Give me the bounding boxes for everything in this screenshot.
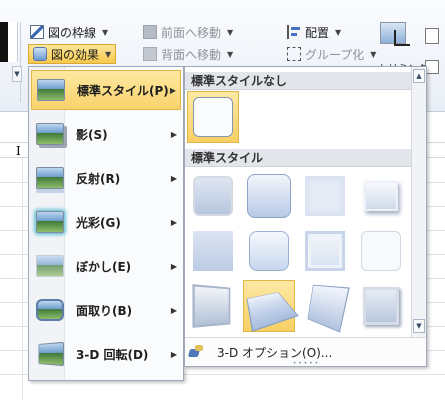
- 3d-options-label: 3-D オプション(O)...: [217, 345, 333, 360]
- send-backward-button[interactable]: 背面へ移動 ▼: [143, 44, 233, 64]
- menu-item-label: 面取り(B): [76, 303, 133, 318]
- preset-thumb[interactable]: [355, 225, 407, 277]
- menu-item-label: 反射(R): [76, 171, 121, 186]
- preset-gallery: 標準スタイルなし 標準スタイル ▲ ▼ 3-D オプション(O)... • • …: [184, 66, 427, 367]
- chevron-right-icon: ▶: [170, 173, 177, 183]
- preset-thumb[interactable]: [355, 170, 407, 222]
- picture-effects-label: 図の効果: [51, 47, 100, 62]
- align-button[interactable]: 配置 ▼: [287, 22, 341, 42]
- chevron-right-icon: ▶: [169, 85, 176, 95]
- menu-item-shadow[interactable]: 影(S) ▶: [31, 114, 181, 154]
- crop-button[interactable]: [380, 22, 414, 52]
- menu-item-label: 3-D 回転(D): [76, 347, 149, 362]
- bring-forward-button[interactable]: 前面へ移動 ▼: [143, 22, 233, 42]
- chevron-down-icon: ▼: [105, 49, 112, 59]
- resize-grip-icon[interactable]: • • • • •: [185, 361, 426, 367]
- preset-style-icon: [37, 79, 65, 101]
- chevron-down-icon: ▼: [227, 27, 234, 37]
- picture-border-button[interactable]: 図の枠線 ▼: [30, 22, 108, 42]
- chevron-down-icon: ▼: [227, 49, 234, 59]
- scroll-down-icon[interactable]: ▼: [413, 319, 425, 333]
- align-icon: [287, 25, 301, 39]
- group-button[interactable]: グループ化 ▼: [287, 44, 376, 64]
- picture-effects-icon: [33, 47, 47, 61]
- bring-forward-label: 前面へ移動: [161, 25, 222, 40]
- group-icon: [287, 47, 301, 61]
- reflection-icon: [36, 167, 64, 189]
- menu-item-soft-edges[interactable]: ぼかし(E) ▶: [31, 246, 181, 286]
- picture-effects-menu: 標準スタイル(P) ▶ 影(S) ▶ 反射(R) ▶ 光彩(G) ▶ ぼかし(E…: [28, 66, 184, 381]
- ribbon-scroll-button[interactable]: ▼: [12, 66, 22, 82]
- soft-edges-icon: [36, 255, 64, 277]
- 3d-options-icon: [189, 345, 205, 359]
- preset-thumb-hovered[interactable]: [243, 280, 299, 332]
- scroll-up-icon[interactable]: ▲: [413, 69, 425, 83]
- gallery-scrollbar[interactable]: ▲ ▼: [411, 67, 426, 337]
- picture-effects-button[interactable]: 図の効果 ▼: [28, 44, 117, 64]
- send-backward-label: 背面へ移動: [161, 47, 222, 62]
- size-width-icon[interactable]: [425, 60, 439, 74]
- preset-thumb[interactable]: [187, 170, 239, 222]
- preset-thumb[interactable]: [355, 280, 407, 332]
- chevron-down-icon: ▼: [335, 27, 342, 37]
- chevron-right-icon: ▶: [170, 261, 177, 271]
- preset-thumb[interactable]: [187, 280, 239, 332]
- preset-thumb[interactable]: [299, 225, 351, 277]
- group-label: グループ化: [305, 47, 365, 62]
- menu-item-3d-rotation[interactable]: 3-D 回転(D) ▶: [31, 334, 181, 374]
- menu-item-glow[interactable]: 光彩(G) ▶: [31, 202, 181, 242]
- chevron-right-icon: ▶: [170, 217, 177, 227]
- align-label: 配置: [305, 25, 330, 40]
- bring-forward-icon: [143, 25, 157, 39]
- ribbon-left-edge: [0, 22, 18, 62]
- bevel-icon: [36, 299, 64, 321]
- shadow-icon: [36, 123, 64, 145]
- glow-icon: [36, 211, 64, 233]
- gallery-section-no-preset: 標準スタイルなし: [185, 72, 411, 90]
- 3d-rotation-icon: [38, 341, 65, 367]
- picture-border-icon: [30, 25, 44, 39]
- crop-icon: [394, 30, 410, 46]
- send-backward-icon: [143, 47, 157, 61]
- menu-item-reflection[interactable]: 反射(R) ▶: [31, 158, 181, 198]
- preset-thumb[interactable]: [299, 280, 351, 333]
- ribbon-separator: [20, 22, 21, 102]
- gallery-section-presets: 標準スタイル: [185, 149, 411, 167]
- picture-border-label: 図の枠線: [48, 25, 97, 40]
- menu-item-label: 光彩(G): [76, 215, 121, 230]
- preset-thumb[interactable]: [243, 170, 295, 222]
- chevron-right-icon: ▶: [170, 129, 177, 139]
- preset-thumb[interactable]: [299, 170, 351, 222]
- menu-item-label: 標準スタイル(P): [77, 83, 169, 98]
- chevron-down-icon: ▼: [370, 49, 377, 59]
- text-cursor-icon: I: [16, 144, 21, 158]
- preset-thumb[interactable]: [243, 225, 295, 277]
- size-height-icon[interactable]: [425, 28, 439, 44]
- menu-item-label: 影(S): [76, 127, 108, 142]
- menu-item-bevel[interactable]: 面取り(B) ▶: [31, 290, 181, 330]
- chevron-down-icon: ▼: [102, 27, 109, 37]
- menu-item-label: ぼかし(E): [76, 259, 132, 274]
- chevron-right-icon: ▶: [170, 349, 177, 359]
- preset-thumb[interactable]: [187, 225, 239, 277]
- chevron-right-icon: ▶: [170, 305, 177, 315]
- preset-none-thumb[interactable]: [187, 91, 239, 143]
- menu-item-preset[interactable]: 標準スタイル(P) ▶: [31, 70, 181, 110]
